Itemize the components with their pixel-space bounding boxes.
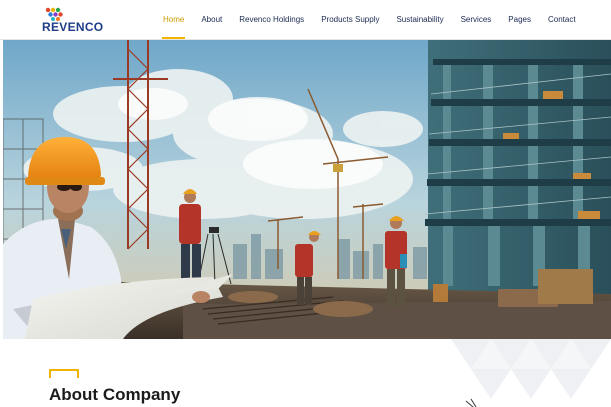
nav-item-revenco-holdings[interactable]: Revenco Holdings <box>239 0 304 39</box>
brand-name: REVENCO <box>42 20 104 34</box>
site-header: REVENCO Home About Revenco Holdings Prod… <box>0 0 611 40</box>
construction-site-illustration <box>3 39 611 339</box>
about-heading: About Company <box>49 385 181 404</box>
section-accent-bracket <box>49 369 79 378</box>
nav-item-sustainability[interactable]: Sustainability <box>396 0 443 39</box>
page: REVENCO Home About Revenco Holdings Prod… <box>0 0 611 407</box>
nav-item-contact[interactable]: Contact <box>548 0 576 39</box>
nav-item-products-supply[interactable]: Products Supply <box>321 0 379 39</box>
main-nav: Home About Revenco Holdings Products Sup… <box>161 0 593 39</box>
decorative-pattern <box>451 339 611 407</box>
logo-mark-icon <box>45 7 63 21</box>
about-section: About Company <box>0 339 611 407</box>
nav-item-services[interactable]: Services <box>461 0 492 39</box>
nav-item-home[interactable]: Home <box>161 0 186 39</box>
nav-item-pages[interactable]: Pages <box>508 0 531 39</box>
hero-banner <box>3 39 611 339</box>
nav-item-about[interactable]: About <box>201 0 222 39</box>
brand-logo[interactable]: REVENCO <box>42 7 112 35</box>
